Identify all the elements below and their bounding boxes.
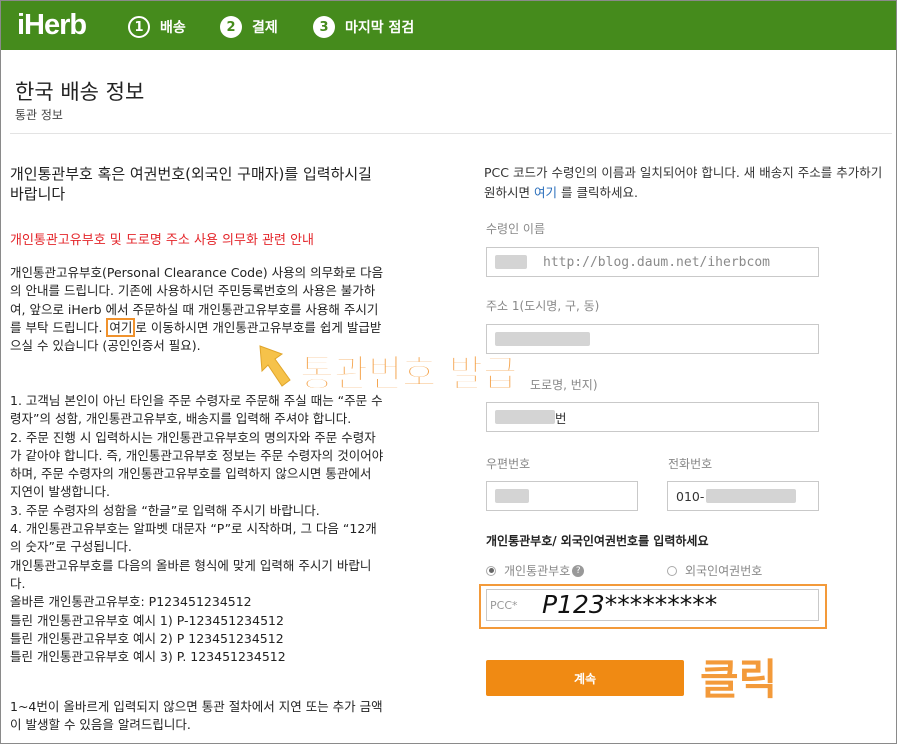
redacted-value <box>495 410 555 424</box>
phone-value: 010- <box>676 488 705 504</box>
arrow-up-left-icon <box>259 345 291 387</box>
pcc-value: P123********* <box>542 589 718 619</box>
address1-label: 주소 1(도시명, 구, 동) <box>486 299 600 313</box>
address1-field[interactable] <box>486 324 819 354</box>
divider <box>10 133 892 134</box>
list-item: 3. 주문 수령자의 성함을 “한글”로 입력해 주시기 바랍니다. <box>10 502 320 518</box>
continue-button[interactable]: 계속 <box>486 660 684 696</box>
page-title: 한국 배송 정보 <box>15 80 145 104</box>
redacted-value <box>495 332 590 346</box>
step-label: 배송 <box>160 20 186 36</box>
pcc-notice-link[interactable]: 개인통관고유부호 및 도로명 주소 사용 의무화 관련 안내 <box>10 229 314 248</box>
pcc-placeholder: PCC* <box>490 598 518 612</box>
address2-field[interactable]: 번 <box>486 402 819 432</box>
list-item: 1. 고객님 본인이 아닌 타인을 주문 수령자로 주문해 주실 때는 “주문 … <box>10 393 383 427</box>
step-label: 결제 <box>252 20 278 36</box>
annotation-issue-pcc: 통관번호 발급 <box>299 352 518 396</box>
zip-code-field[interactable] <box>486 481 638 511</box>
redacted-value <box>706 489 797 503</box>
zip-code-label: 우편번호 <box>486 457 531 471</box>
step-number: 1 <box>128 16 150 38</box>
pcc-issue-here-link[interactable]: 여기 <box>106 317 136 337</box>
radio-pcc-label: 개인통관부호 <box>504 564 571 578</box>
help-icon[interactable]: ? <box>572 564 585 577</box>
radio-pcc[interactable]: 개인통관부호 ? <box>486 562 585 579</box>
pcc-match-info: PCC 코드가 수령인의 이름과 일치되어야 합니다. 새 배송지 주소를 추가… <box>484 163 889 203</box>
pcc-footer-warning: 1~4번이 올바르게 입력되지 않으면 통관 절차에서 지연 또는 추가 금액이… <box>10 699 383 733</box>
iherb-logo[interactable]: iHerb <box>17 9 87 42</box>
step-shipping[interactable]: 1 배송 <box>128 14 186 40</box>
step-label: 마지막 점검 <box>345 20 415 36</box>
step-final-review[interactable]: 3 마지막 점검 <box>313 14 414 40</box>
pcc-instruction-title: 개인통관부호 혹은 여권번호(외국인 구매자)를 입력하시길 바랍니다 <box>10 165 372 203</box>
list-item: 2. 주문 진행 시 입력하시는 개인통관고유부호의 명의자와 주문 수령자가 … <box>10 429 384 500</box>
step-number: 2 <box>220 16 242 38</box>
radio-passport-label: 외국인여권번호 <box>685 564 763 578</box>
page-subtitle: 통관 정보 <box>15 108 63 122</box>
list-item: 틀린 개인통관고유부호 예시 1) P-123451234512 <box>10 612 284 628</box>
phone-field[interactable]: 010- <box>667 481 819 511</box>
list-item: 4. 개인통관고유부호는 알파벳 대문자 “P”로 시작하며, 그 다음 “12… <box>10 521 377 555</box>
recipient-name-label: 수령인 이름 <box>486 222 546 236</box>
redacted-value <box>495 489 529 503</box>
list-item: 올바른 개인통관고유부호: P123451234512 <box>10 594 252 610</box>
step-payment[interactable]: 2 결제 <box>220 14 278 40</box>
blog-watermark: http://blog.daum.net/iherbcom <box>543 254 770 270</box>
info-text-after: 를 클릭하세요. <box>557 185 638 200</box>
checkout-header: iHerb 1 배송 2 결제 3 마지막 점검 <box>1 1 896 50</box>
recipient-name-field[interactable]: http://blog.daum.net/iherbcom <box>486 247 819 277</box>
annotation-click: 클릭 <box>700 655 778 704</box>
list-item: 틀린 개인통관고유부호 예시 3) P. 123451234512 <box>10 649 286 665</box>
redacted-value <box>495 255 527 269</box>
radio-selected-icon[interactable] <box>486 565 496 576</box>
pcc-intro-paragraph: 개인통관고유부호(Personal Clearance Code) 사용의 의무… <box>10 264 385 355</box>
phone-label: 전화번호 <box>668 457 713 471</box>
step-number: 3 <box>313 16 335 38</box>
radio-unselected-icon[interactable] <box>667 565 677 576</box>
list-item: 개인통관고유부호를 다음의 올바른 형식에 맞게 입력해 주시기 바랍니다. <box>10 557 372 591</box>
pcc-input[interactable]: PCC* P123********* <box>486 589 819 621</box>
pcc-rules-list: 1. 고객님 본인이 아닌 타인을 주문 수령자로 주문해 주실 때는 “주문 … <box>10 392 385 666</box>
pcc-section-label: 개인통관부호/ 외국인여권번호를 입력하세요 <box>486 534 709 548</box>
address2-label: 도로명, 번지) <box>530 378 598 392</box>
radio-passport[interactable]: 외국인여권번호 <box>667 562 762 579</box>
add-address-link[interactable]: 여기 <box>534 185 557 200</box>
list-item: 틀린 개인통관고유부호 예시 2) P 123451234512 <box>10 630 284 646</box>
address2-value: 번 <box>555 410 567 426</box>
